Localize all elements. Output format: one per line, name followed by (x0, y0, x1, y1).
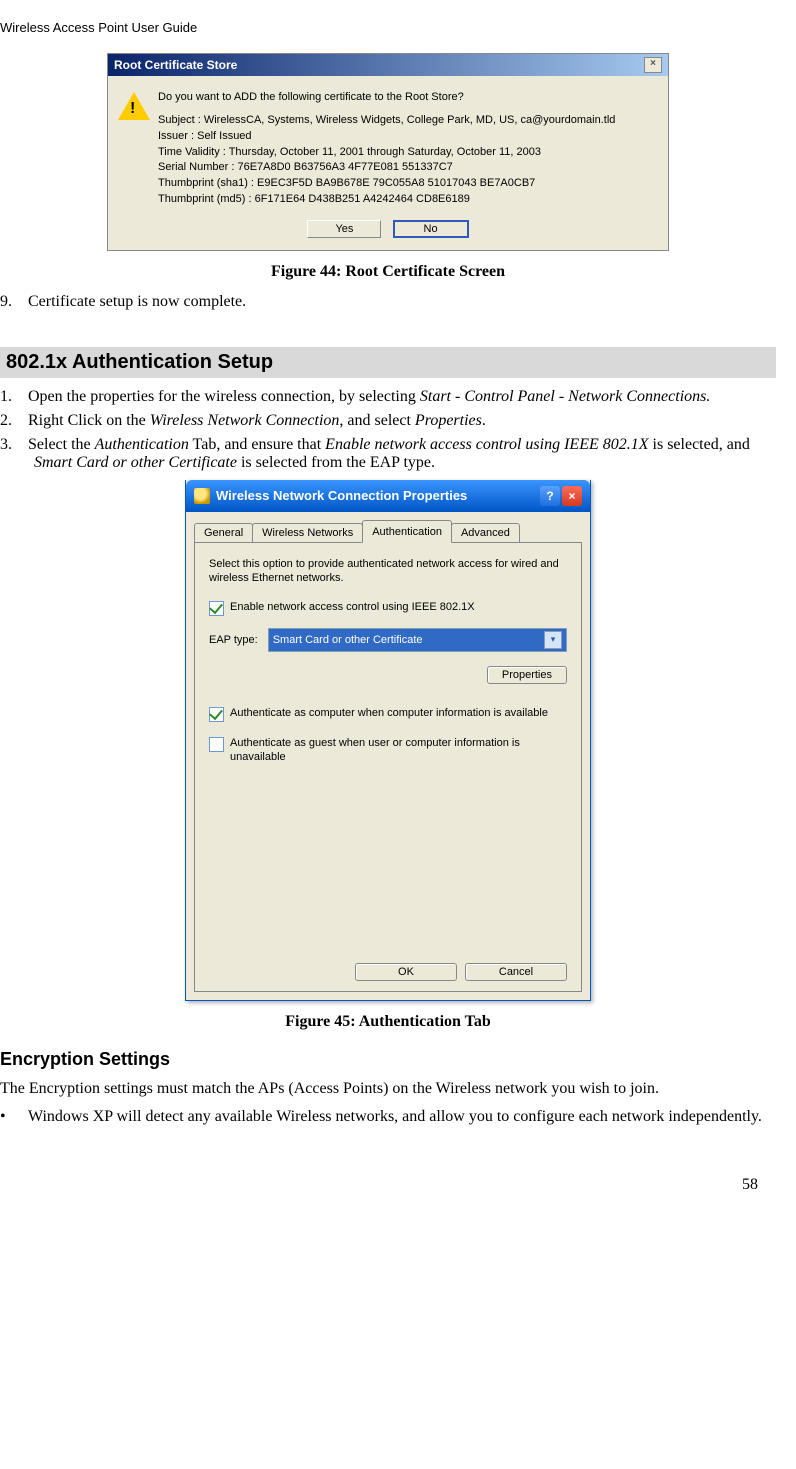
auth-as-guest-checkbox[interactable] (209, 737, 224, 752)
list-text-part: Right Click on the (28, 412, 150, 429)
no-button[interactable]: No (393, 220, 469, 238)
dialog-title-text: Root Certificate Store (114, 58, 237, 72)
properties-button[interactable]: Properties (487, 666, 567, 684)
cert-line: Issuer : Self Issued (158, 129, 658, 144)
list-number: 1. (0, 388, 28, 406)
auth-as-computer-checkbox[interactable] (209, 707, 224, 722)
tab-advanced[interactable]: Advanced (451, 523, 520, 542)
list-text-part: Tab, and ensure that (189, 436, 325, 453)
list-text-italic: Wireless Network Connection (150, 412, 340, 429)
tab-strip: General Wireless Networks Authentication… (186, 512, 590, 542)
bullet-dot: • (0, 1108, 28, 1126)
checkbox-label: Authenticate as guest when user or compu… (230, 736, 567, 765)
dialog-message: Do you want to ADD the following certifi… (158, 90, 658, 208)
dialog-titlebar: Wireless Network Connection Properties ?… (186, 480, 590, 512)
cert-line: Subject : WirelessCA, Systems, Wireless … (158, 113, 658, 128)
list-text-italic: Authentication (95, 436, 189, 453)
enable-8021x-checkbox[interactable] (209, 601, 224, 616)
list-item: 2.Right Click on the Wireless Network Co… (0, 412, 776, 430)
tab-wireless-networks[interactable]: Wireless Networks (252, 523, 363, 542)
list-text-part: , and select (339, 412, 415, 429)
tab-panel: Select this option to provide authentica… (194, 542, 582, 992)
panel-description: Select this option to provide authentica… (209, 557, 567, 586)
app-icon (194, 488, 210, 504)
eap-type-select[interactable]: Smart Card or other Certificate ▾ (268, 628, 567, 652)
cert-line: Time Validity : Thursday, October 11, 20… (158, 145, 658, 160)
eap-type-label: EAP type: (209, 634, 258, 646)
cert-line: Serial Number : 76E7A8D0 B63756A3 4F77E0… (158, 160, 658, 175)
list-item: 1.Open the properties for the wireless c… (0, 388, 776, 406)
cert-line: Thumbprint (md5) : 6F171E64 D438B251 A42… (158, 192, 658, 207)
section-heading: 802.1x Authentication Setup (0, 347, 776, 378)
chevron-down-icon: ▾ (544, 631, 562, 649)
page-number: 58 (0, 1176, 776, 1194)
page-header: Wireless Access Point User Guide (0, 20, 776, 35)
wireless-properties-dialog: Wireless Network Connection Properties ?… (185, 480, 591, 1001)
dialog-titlebar: Root Certificate Store × (108, 54, 668, 76)
bullet-item: •Windows XP will detect any available Wi… (0, 1108, 776, 1126)
tab-authentication[interactable]: Authentication (362, 520, 452, 543)
cert-line: Thumbprint (sha1) : E9EC3F5D BA9B678E 79… (158, 176, 658, 191)
list-number: 2. (0, 412, 28, 430)
list-text-italic: Properties (415, 412, 482, 429)
tab-general[interactable]: General (194, 523, 253, 542)
checkbox-label: Authenticate as computer when computer i… (230, 706, 548, 720)
close-icon[interactable]: × (644, 57, 662, 73)
figure-44-caption: Figure 44: Root Certificate Screen (0, 263, 776, 281)
warning-icon (118, 90, 158, 208)
eap-type-value: Smart Card or other Certificate (273, 634, 423, 646)
body-paragraph: The Encryption settings must match the A… (0, 1080, 776, 1098)
list-number: 9. (0, 293, 28, 311)
checkbox-label: Enable network access control using IEEE… (230, 600, 475, 614)
list-text-italic: Enable network access control using IEEE… (325, 436, 648, 453)
yes-button[interactable]: Yes (307, 220, 381, 238)
figure-45-caption: Figure 45: Authentication Tab (0, 1013, 776, 1031)
list-text-italic: Smart Card or other Certificate (34, 454, 237, 471)
list-text-part: . (482, 412, 486, 429)
root-cert-dialog: Root Certificate Store × Do you want to … (107, 53, 669, 251)
cancel-button[interactable]: Cancel (465, 963, 567, 981)
list-text-part: Select the (28, 436, 95, 453)
list-item: 3.Select the Authentication Tab, and ens… (0, 436, 776, 472)
ok-button[interactable]: OK (355, 963, 457, 981)
list-text-part: is selected from the EAP type. (237, 454, 435, 471)
dialog-title-text: Wireless Network Connection Properties (216, 488, 467, 503)
help-icon[interactable]: ? (540, 486, 560, 506)
list-text-italic: Start - Control Panel - Network Connecti… (420, 388, 711, 405)
list-item: 9.Certificate setup is now complete. (0, 293, 776, 311)
dialog-question: Do you want to ADD the following certifi… (158, 90, 658, 105)
list-text: Certificate setup is now complete. (28, 293, 246, 310)
encryption-settings-heading: Encryption Settings (0, 1049, 776, 1070)
list-number: 3. (0, 436, 28, 454)
list-text-part: is selected, and (649, 436, 750, 453)
bullet-text: Windows XP will detect any available Wir… (28, 1108, 762, 1125)
list-text-part: Open the properties for the wireless con… (28, 388, 420, 405)
close-icon[interactable]: × (562, 486, 582, 506)
